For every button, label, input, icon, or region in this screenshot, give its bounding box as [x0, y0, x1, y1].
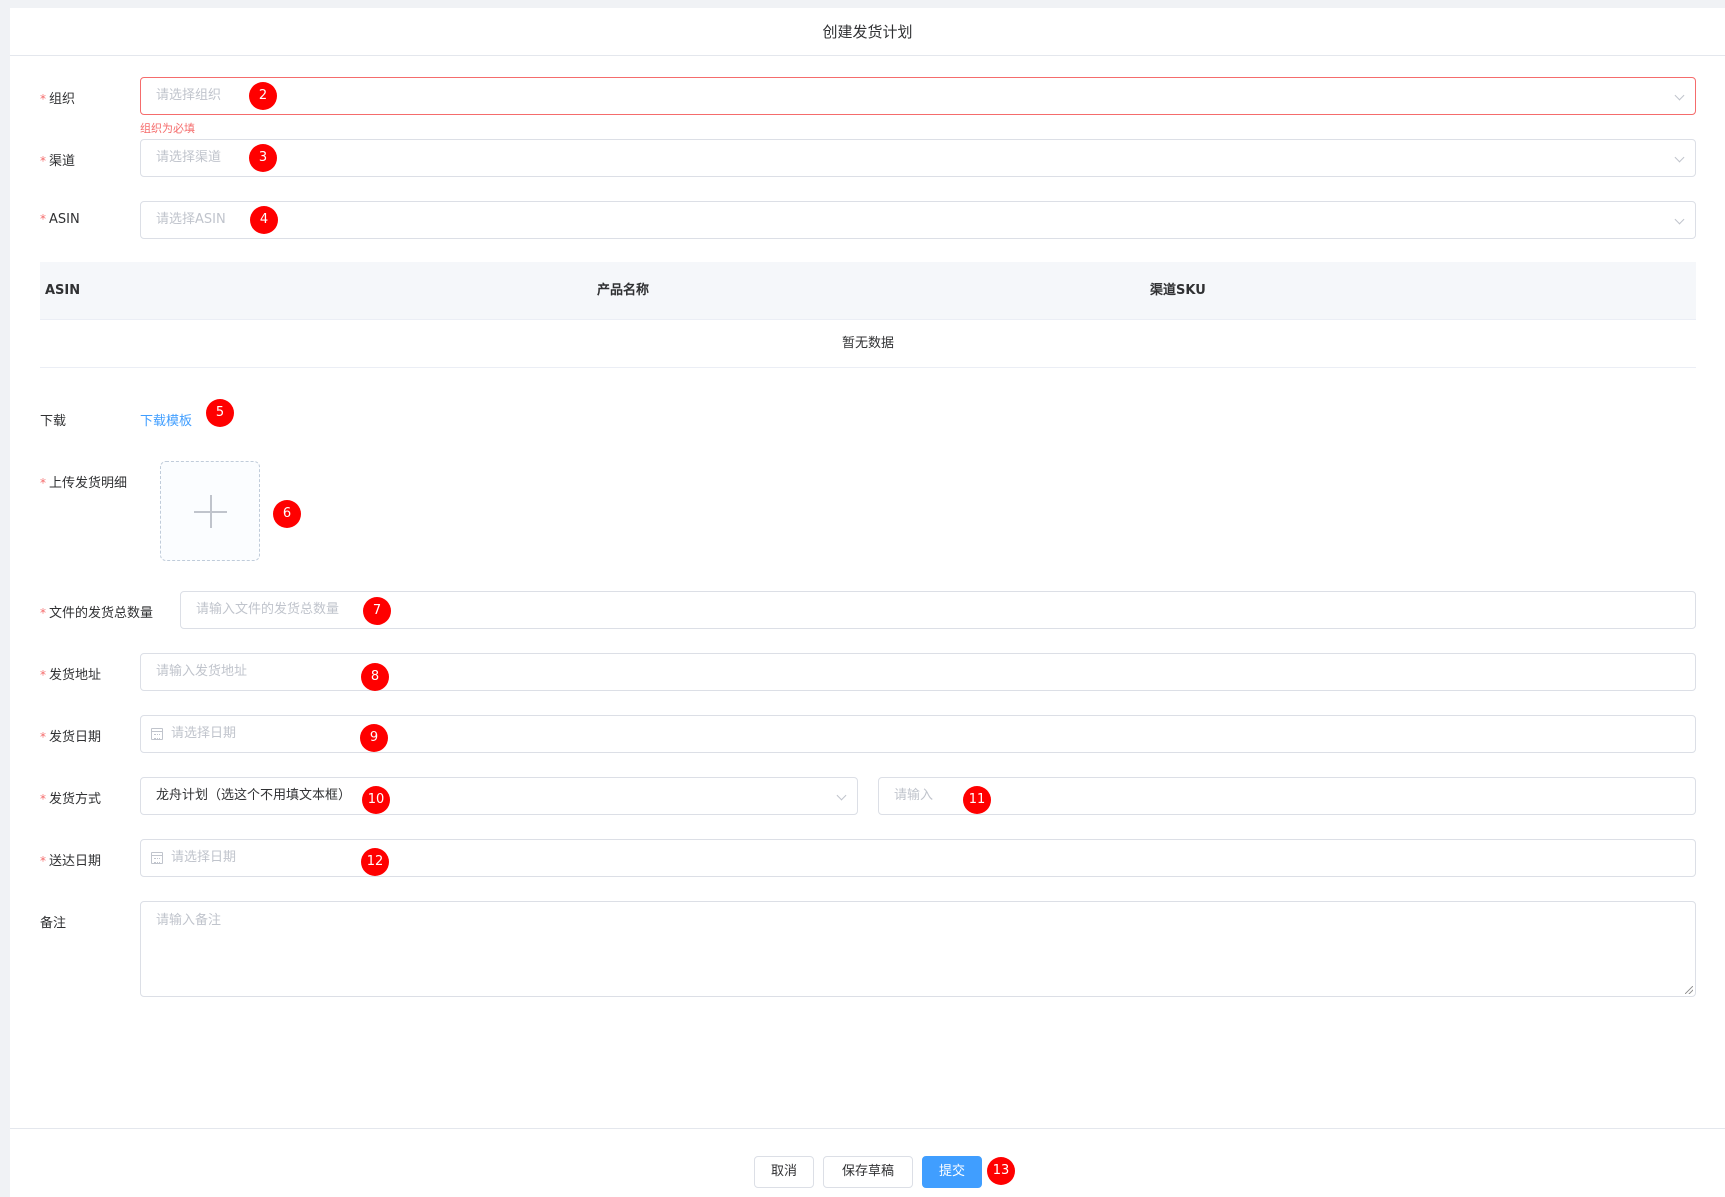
upload-button[interactable] [160, 461, 260, 561]
ship-address-placeholder: 请输入发货地址 [156, 664, 248, 679]
total-qty-input[interactable]: 请输入文件的发货总数量 [180, 591, 1696, 629]
remark-placeholder: 请输入备注 [156, 913, 222, 928]
table-header-asin: ASIN [45, 283, 81, 298]
table-header-channel-sku: 渠道SKU [1150, 283, 1206, 298]
ship-date-placeholder: 请选择日期 [171, 726, 237, 741]
download-label: 下载 [40, 414, 67, 429]
ship-method-input-placeholder: 请输入 [894, 788, 934, 803]
asin-placeholder: 请选择ASIN [156, 212, 226, 227]
org-error-message: 组织为必填 [140, 122, 195, 135]
asin-label: * ASIN [40, 212, 80, 227]
table-empty-text: 暂无数据 [40, 320, 1696, 368]
annotation-badge: 6 [273, 500, 301, 528]
table-header: ASIN 产品名称 渠道SKU [40, 262, 1696, 320]
asin-select[interactable]: 请选择ASIN [140, 201, 1696, 239]
dialog-title: 创建发货计划 [10, 8, 1725, 56]
annotation-badge: 10 [362, 786, 390, 814]
org-select[interactable]: 请选择组织 [140, 77, 1696, 115]
annotation-badge: 9 [360, 724, 388, 752]
total-qty-placeholder: 请输入文件的发货总数量 [196, 602, 340, 617]
cancel-button[interactable]: 取消 [754, 1156, 814, 1188]
chevron-down-icon [1674, 152, 1685, 163]
delivery-date-placeholder: 请选择日期 [171, 850, 237, 865]
remark-label: 备注 [40, 916, 67, 931]
upload-label: * 上传发货明细 [40, 476, 128, 491]
ship-address-label: * 发货地址 [40, 668, 102, 683]
annotation-badge: 8 [361, 663, 389, 691]
channel-select[interactable]: 请选择渠道 [140, 139, 1696, 177]
ship-method-select[interactable]: 龙舟计划（选这个不用填文本框） [140, 777, 858, 815]
create-shipment-plan-dialog: 创建发货计划 * 组织 请选择组织 组织为必填 * 渠道 请选择渠道 * ASIN 请… [10, 8, 1725, 1197]
org-placeholder: 请选择组织 [156, 88, 222, 103]
annotation-badge: 12 [361, 848, 389, 876]
save-draft-button[interactable]: 保存草稿 [823, 1156, 913, 1188]
ship-date-label: * 发货日期 [40, 730, 102, 745]
table-header-product-name: 产品名称 [597, 283, 650, 298]
annotation-badge: 13 [987, 1157, 1015, 1185]
chevron-down-icon [1674, 214, 1685, 225]
channel-label: * 渠道 [40, 154, 76, 169]
ship-method-label: * 发货方式 [40, 792, 102, 807]
ship-method-value: 龙舟计划（选这个不用填文本框） [156, 788, 352, 803]
chevron-down-icon [836, 790, 847, 801]
dialog-footer: 取消 保存草稿 提交 [10, 1128, 1725, 1197]
channel-placeholder: 请选择渠道 [156, 150, 222, 165]
submit-button[interactable]: 提交 [922, 1156, 982, 1188]
annotation-badge: 3 [249, 144, 277, 172]
download-template-link[interactable]: 下载模板 [140, 410, 192, 429]
chevron-down-icon [1674, 90, 1685, 101]
org-label: * 组织 [40, 92, 76, 107]
calendar-icon [151, 728, 163, 740]
calendar-icon [151, 852, 163, 864]
resize-handle-icon[interactable] [1685, 986, 1693, 994]
asin-table: ASIN 产品名称 渠道SKU 暂无数据 [40, 262, 1696, 368]
delivery-date-label: * 送达日期 [40, 854, 102, 869]
annotation-badge: 2 [249, 82, 277, 110]
annotation-badge: 11 [963, 786, 991, 814]
remark-textarea[interactable]: 请输入备注 [140, 901, 1696, 997]
total-qty-label: * 文件的发货总数量 [40, 606, 154, 621]
ship-method-text-input[interactable]: 请输入 [878, 777, 1696, 815]
annotation-badge: 5 [206, 399, 234, 427]
annotation-badge: 4 [250, 206, 278, 234]
annotation-badge: 7 [363, 597, 391, 625]
